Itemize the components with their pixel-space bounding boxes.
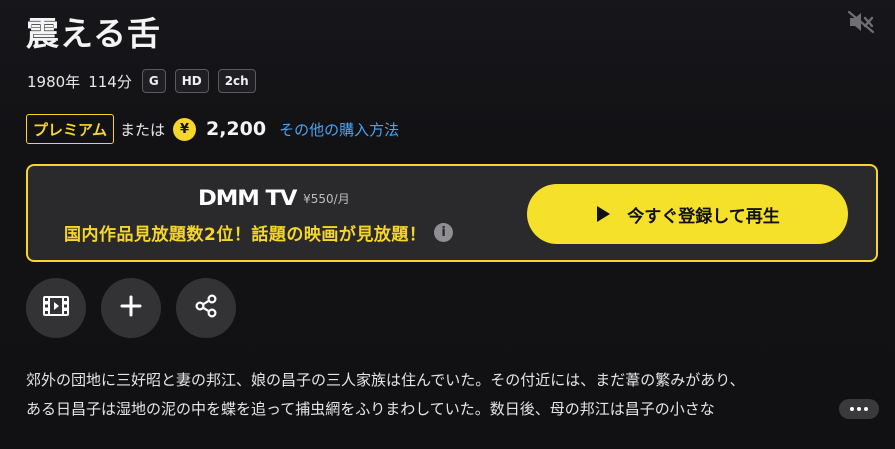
cta-label: 今すぐ登録して再生 (627, 206, 780, 227)
more-dot (850, 407, 854, 411)
add-to-list-button[interactable] (101, 278, 161, 338)
release-year: 1980年 (27, 72, 81, 91)
other-purchase-methods-link[interactable]: その他の購入方法 (279, 119, 399, 140)
price-row: プレミアム または ¥ 2,200 その他の購入方法 (26, 113, 399, 145)
subscribe-and-play-button[interactable]: 今すぐ登録して再生 (527, 184, 848, 244)
promo-catchphrase: 国内作品見放題数2位！話題の映画が見放題！ (64, 225, 427, 245)
runtime: 114分 (88, 72, 132, 91)
title-detail-page: 震える舌 1980年 114分 G HD 2ch プレミアム または ¥ 2,2… (0, 0, 895, 449)
dmm-tv-promo-banner: DMM TV ¥550/月 国内作品見放題数2位！話題の映画が見放題！ i 今す… (26, 164, 878, 262)
speaker-muted-icon (847, 10, 875, 38)
share-icon (194, 294, 218, 322)
rating-badge: G (141, 69, 166, 93)
info-icon[interactable]: i (434, 223, 454, 242)
promo-logo-row: DMM TV ¥550/月 (198, 186, 350, 210)
mute-button[interactable] (843, 8, 879, 40)
play-icon (595, 205, 611, 223)
dmm-tv-logo: DMM TV (198, 186, 297, 210)
trailer-button[interactable] (26, 278, 86, 338)
page-title: 震える舌 (26, 14, 162, 53)
or-text: または (119, 120, 165, 139)
more-dot (864, 407, 868, 411)
action-buttons (26, 278, 251, 338)
more-dot (857, 407, 861, 411)
film-icon (42, 295, 70, 321)
quality-badge: HD (174, 69, 209, 93)
monthly-price: ¥550/月 (303, 191, 350, 206)
expand-synopsis-button[interactable] (839, 399, 879, 419)
title-meta: 1980年 114分 G HD 2ch (27, 67, 265, 95)
promo-catchphrase-row: 国内作品見放題数2位！話題の映画が見放題！ i (64, 220, 454, 245)
purchase-price: 2,200 (205, 118, 267, 140)
synopsis-fade (800, 396, 840, 424)
audio-badge: 2ch (217, 69, 256, 93)
synopsis: 郊外の団地に三好昭と妻の邦江、娘の昌子の三人家族は住んでいた。その付近には、まだ… (26, 366, 878, 424)
share-button[interactable] (176, 278, 236, 338)
synopsis-line: 郊外の団地に三好昭と妻の邦江、娘の昌子の三人家族は住んでいた。その付近には、まだ… (26, 371, 745, 389)
yen-coin-icon: ¥ (172, 117, 196, 141)
premium-tag: プレミアム (26, 114, 114, 144)
plus-icon (120, 295, 142, 321)
synopsis-line: ある日昌子は湿地の泥の中を蝶を追って捕虫網をふりまわしていた。数日後、母の邦江は… (26, 400, 715, 418)
